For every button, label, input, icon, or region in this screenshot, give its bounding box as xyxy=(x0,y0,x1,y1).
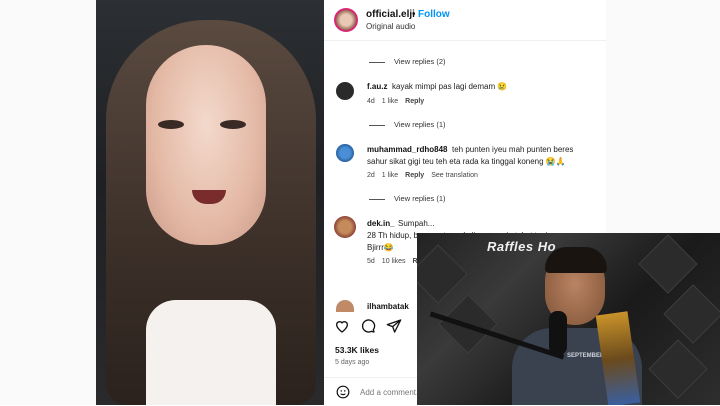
foam-panel xyxy=(663,284,720,344)
emoji-icon[interactable] xyxy=(336,385,350,399)
foam-panel xyxy=(638,234,698,294)
separator-dot: • xyxy=(412,9,416,20)
comment-username[interactable]: muhammad_rdho848 xyxy=(367,145,447,154)
studio-sign: Raffles Ho xyxy=(487,239,557,254)
streamer-hair xyxy=(545,247,607,273)
comment-username[interactable]: ilhambatak xyxy=(367,302,409,311)
replies-line xyxy=(369,199,385,200)
audio-label[interactable]: Original audio xyxy=(366,22,415,31)
foam-panel xyxy=(648,339,708,399)
comment-text: Bjirrr😂 xyxy=(367,243,394,252)
comment-username[interactable]: dek.in_ xyxy=(367,219,395,228)
video-subject-eye xyxy=(220,120,246,129)
heart-icon[interactable] xyxy=(334,318,350,334)
video-subject-face xyxy=(146,45,266,245)
comment-text: sahur sikat gigi teu teh eta rada ka tin… xyxy=(367,157,566,166)
comment-likes[interactable]: 1 like xyxy=(382,172,398,179)
reply-button[interactable]: Reply xyxy=(405,98,424,105)
comment-text: Sumpah... xyxy=(398,219,435,228)
comment-likes[interactable]: 10 likes xyxy=(382,258,406,265)
post-username[interactable]: official.elji xyxy=(366,9,415,20)
comment-username[interactable]: f.au.z xyxy=(367,82,387,91)
post-date: 5 days ago xyxy=(335,359,370,366)
see-translation-button[interactable]: See translation xyxy=(431,172,478,179)
video-subject-eye xyxy=(158,120,184,129)
avatar[interactable] xyxy=(334,216,356,238)
video-subject-shirt xyxy=(146,300,276,405)
comment-age: 4d xyxy=(367,98,375,105)
comment-text: teh punten iyeu mah punten beres xyxy=(452,145,574,154)
view-replies-button[interactable]: View replies (1) xyxy=(394,194,446,203)
foam-panel xyxy=(417,244,468,304)
comment-age: 5d xyxy=(367,258,375,265)
comment-meta: 4d 1 like Reply xyxy=(367,98,431,105)
comment-age: 2d xyxy=(367,172,375,179)
add-comment-input[interactable]: Add a comment... xyxy=(360,388,423,397)
streamer-overlay: Raffles Ho SEPTEMBER7 xyxy=(417,233,720,405)
avatar[interactable] xyxy=(336,82,354,100)
comment-likes[interactable]: 1 like xyxy=(382,98,398,105)
divider xyxy=(324,40,606,41)
replies-line xyxy=(369,125,385,126)
view-replies-button[interactable]: View replies (1) xyxy=(394,120,446,129)
microphone-icon xyxy=(549,311,567,355)
follow-button[interactable]: Follow xyxy=(418,9,450,20)
share-icon[interactable] xyxy=(386,318,402,334)
like-count[interactable]: 53.3K likes xyxy=(335,345,379,355)
avatar[interactable] xyxy=(336,300,354,312)
reel-video[interactable]: ☝ 🔈 xyxy=(96,0,324,405)
left-margin xyxy=(0,0,96,405)
comment-icon[interactable] xyxy=(360,318,376,334)
post-header: official.elji • Follow Original audio xyxy=(332,6,602,36)
comment-meta: 2d 1 like Reply See translation xyxy=(367,172,485,179)
comment-text: kayak mimpi pas lagi demam 😢 xyxy=(392,82,508,91)
view-replies-button[interactable]: View replies (2) xyxy=(394,57,446,66)
replies-line xyxy=(369,62,385,63)
avatar[interactable] xyxy=(334,8,358,32)
avatar[interactable] xyxy=(336,144,354,162)
reply-button[interactable]: Reply xyxy=(405,172,424,179)
